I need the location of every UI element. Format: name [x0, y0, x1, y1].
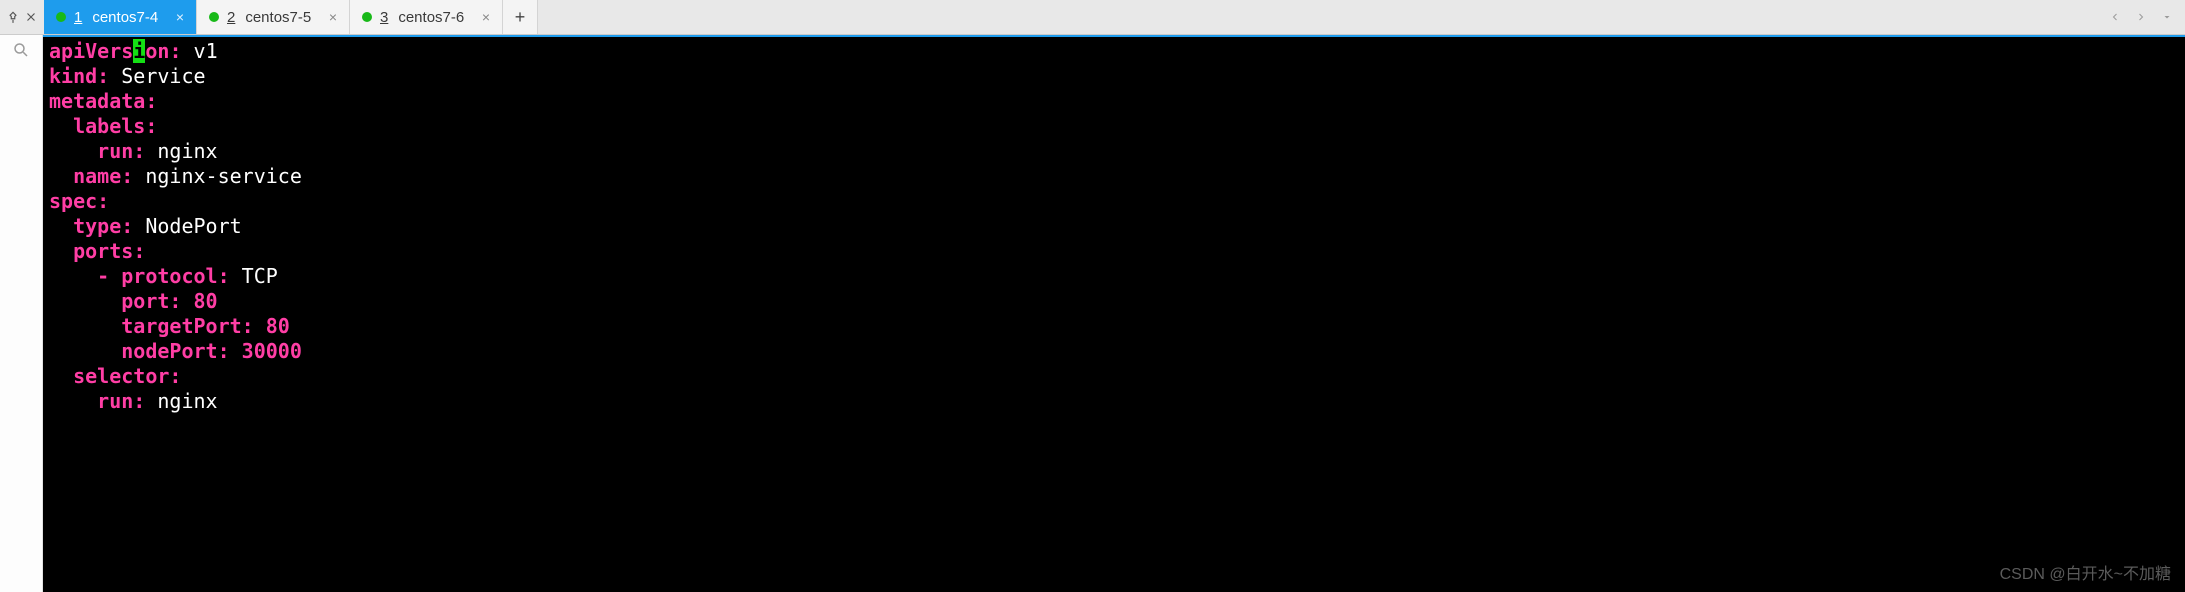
- yaml-line: kind: Service: [49, 64, 2179, 89]
- plus-icon: +: [515, 7, 526, 28]
- pin-icon[interactable]: [6, 10, 20, 24]
- yaml-line: labels:: [49, 114, 2179, 139]
- tab-close-icon[interactable]: ×: [480, 10, 492, 24]
- yaml-line: selector:: [49, 364, 2179, 389]
- tab-label: centos7-5: [245, 9, 318, 26]
- yaml-line: run: nginx: [49, 389, 2179, 414]
- content-row: apiVersion: v1 kind: Service metadata: l…: [0, 35, 2185, 592]
- tab-label: centos7-6: [398, 9, 471, 26]
- tab-label: centos7-4: [92, 9, 165, 26]
- tab-number: 2: [227, 9, 235, 26]
- close-panel-icon[interactable]: [24, 10, 38, 24]
- yaml-line: ports:: [49, 239, 2179, 264]
- toolbar-left-controls: [0, 0, 44, 34]
- nav-back-icon[interactable]: [2105, 7, 2125, 27]
- tab-number: 1: [74, 9, 82, 26]
- search-icon[interactable]: [12, 41, 30, 59]
- nav-forward-icon[interactable]: [2131, 7, 2151, 27]
- yaml-line: type: NodePort: [49, 214, 2179, 239]
- tab-centos7-6[interactable]: 3 centos7-6 ×: [350, 0, 503, 34]
- tab-bar: 1 centos7-4 × 2 centos7-5 × 3 centos7-6 …: [0, 0, 2185, 35]
- tab-close-icon[interactable]: ×: [174, 10, 186, 24]
- new-tab-button[interactable]: +: [503, 0, 538, 34]
- left-gutter: [0, 35, 43, 592]
- tab-centos7-4[interactable]: 1 centos7-4 ×: [44, 0, 197, 34]
- yaml-line: targetPort: 80: [49, 314, 2179, 339]
- cursor: i: [133, 39, 145, 63]
- yaml-line: port: 80: [49, 289, 2179, 314]
- tab-close-icon[interactable]: ×: [327, 10, 339, 24]
- tab-centos7-5[interactable]: 2 centos7-5 ×: [197, 0, 350, 34]
- yaml-line: name: nginx-service: [49, 164, 2179, 189]
- yaml-line: metadata:: [49, 89, 2179, 114]
- yaml-line: nodePort: 30000: [49, 339, 2179, 364]
- yaml-line: apiVersion: v1: [49, 39, 2179, 64]
- tabs-container: 1 centos7-4 × 2 centos7-5 × 3 centos7-6 …: [44, 0, 538, 34]
- chevron-down-icon[interactable]: [2157, 7, 2177, 27]
- tab-number: 3: [380, 9, 388, 26]
- status-dot-icon: [56, 12, 66, 22]
- terminal-output[interactable]: apiVersion: v1 kind: Service metadata: l…: [43, 35, 2185, 592]
- yaml-line: spec:: [49, 189, 2179, 214]
- toolbar-right-controls: [2105, 0, 2185, 34]
- yaml-line: - protocol: TCP: [49, 264, 2179, 289]
- status-dot-icon: [362, 12, 372, 22]
- status-dot-icon: [209, 12, 219, 22]
- watermark-text: CSDN @白开水~不加糖: [2000, 562, 2171, 587]
- yaml-line: run: nginx: [49, 139, 2179, 164]
